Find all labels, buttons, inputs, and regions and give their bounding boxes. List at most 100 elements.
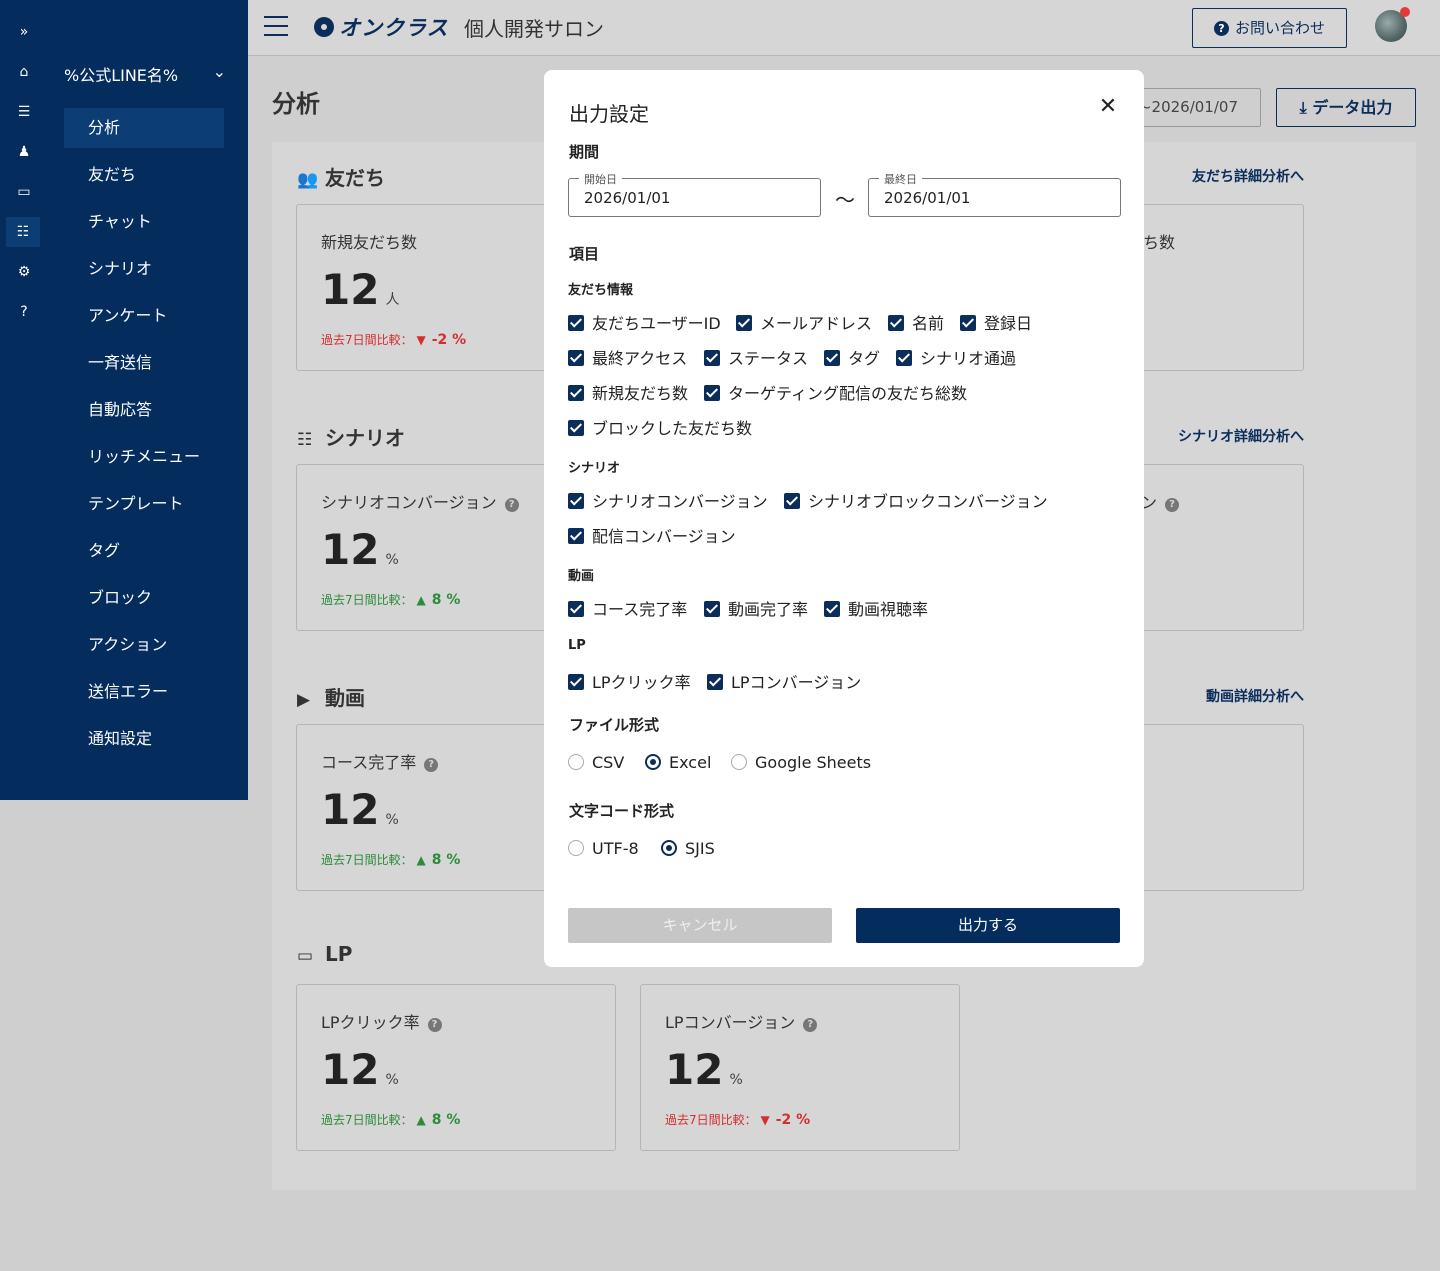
checkbox-last-access[interactable]: 最終アクセス (568, 345, 687, 369)
checkbox-lp-conversion[interactable]: LPコンバージョン (707, 669, 861, 693)
end-date-field[interactable]: 最終日 2026/01/01 (868, 171, 1121, 217)
window-icon[interactable]: ▭ (14, 182, 34, 202)
sidebar-item-send-error[interactable]: 送信エラー (64, 672, 224, 712)
radio-excel[interactable]: Excel (645, 753, 711, 772)
radio-google-sheets[interactable]: Google Sheets (731, 753, 871, 772)
data-export-button[interactable]: ⤓ データ出力 (1276, 88, 1416, 127)
video-detail-link[interactable]: 動画詳細分析へ (1140, 686, 1304, 706)
contact-label: お問い合わせ (1234, 19, 1325, 37)
friends-detail-link[interactable]: 友だち詳細分析へ (1140, 166, 1304, 186)
checkbox-name[interactable]: 名前 (888, 310, 944, 334)
sidebar-item-tag[interactable]: タグ (64, 531, 224, 571)
help-icon[interactable]: ? (14, 302, 34, 322)
sidebar-item-chat[interactable]: チャット (64, 202, 224, 242)
help-icon: ? (504, 498, 519, 512)
sidebar-item-block[interactable]: ブロック (64, 578, 224, 618)
page-title: 分析 (272, 90, 320, 118)
checkbox-course-completion[interactable]: コース完了率 (568, 596, 687, 620)
sidebar-item-friends[interactable]: 友だち (64, 155, 224, 195)
cancel-button[interactable]: キャンセル (568, 908, 832, 943)
card-compare: 過去7日間比較： ▲ 8 % (321, 592, 461, 608)
export-label: データ出力 (1312, 98, 1393, 117)
radio-utf8[interactable]: UTF-8 (568, 839, 639, 858)
checkbox-targeting-total[interactable]: ターゲティング配信の友だち総数 (704, 380, 967, 404)
home-icon[interactable]: ⌂ (14, 62, 34, 82)
checkbox-blocked-friends[interactable]: ブロックした友だち数 (568, 415, 752, 439)
section-title-scenario: ☷ シナリオ (297, 426, 405, 450)
encoding-heading: 文字コード形式 (569, 802, 675, 820)
help-icon: ? (1165, 498, 1180, 512)
close-icon[interactable]: ✕ (1098, 96, 1118, 118)
section-title-video: ▶ 動画 (297, 686, 365, 710)
checkbox-video-view-rate[interactable]: 動画視聴率 (824, 596, 928, 620)
checkbox-new-friends[interactable]: 新規友だち数 (568, 380, 688, 404)
help-icon: ? (424, 758, 439, 772)
sidebar-item-survey[interactable]: アンケート (64, 296, 224, 336)
users-icon: 👥 (297, 170, 319, 190)
user-settings-icon[interactable]: ♟ (14, 142, 34, 162)
scenario-heading: シナリオ (568, 461, 621, 476)
question-circle-icon: ? (1213, 21, 1229, 36)
card-compare: 過去7日間比較： ▲ 8 % (321, 1112, 461, 1128)
card-value: 12% (321, 785, 399, 834)
site-title: 個人開発サロン (464, 17, 604, 41)
account-selector[interactable]: %公式LINE名% ⌄ (64, 62, 234, 86)
card-label: ち数 (1142, 233, 1175, 252)
help-icon: ? (427, 1018, 442, 1032)
list-icon[interactable]: ☰ (14, 102, 34, 122)
radio-sjis[interactable]: SJIS (661, 839, 715, 858)
checkbox-lp-click[interactable]: LPクリック率 (568, 669, 691, 693)
checkbox-registered-date[interactable]: 登録日 (960, 310, 1032, 334)
checkbox-status[interactable]: ステータス (704, 345, 808, 369)
checkbox-scenario-block-conversion[interactable]: シナリオブロックコンバージョン (784, 488, 1048, 512)
logo-mark-icon (314, 17, 334, 37)
file-format-heading: ファイル形式 (569, 716, 660, 734)
checkbox-scenario-conversion[interactable]: シナリオコンバージョン (568, 488, 768, 512)
export-submit-button[interactable]: 出力する (856, 908, 1120, 943)
contact-button[interactable]: ? お問い合わせ (1192, 8, 1347, 48)
card-label: シナリオコンバージョン? (321, 489, 519, 513)
card-label: 新規友だち数 (321, 233, 418, 252)
start-date-label: 開始日 (579, 171, 622, 187)
start-date-value: 2026/01/01 (584, 189, 671, 207)
hamburger-menu-icon[interactable] (264, 16, 288, 38)
radio-csv[interactable]: CSV (568, 753, 624, 772)
sidebar-item-template[interactable]: テンプレート (64, 484, 224, 524)
friend-info-heading: 友だち情報 (568, 283, 634, 298)
sidebar-item-action[interactable]: アクション (64, 625, 224, 665)
checkbox-email[interactable]: メールアドレス (736, 310, 872, 334)
checkbox-video-completion[interactable]: 動画完了率 (704, 596, 808, 620)
checkbox-delivery-conversion[interactable]: 配信コンバージョン (568, 523, 736, 547)
download-icon: ⤓ (1299, 98, 1307, 117)
help-icon: ? (803, 1018, 818, 1032)
gear-icon[interactable]: ⚙ (14, 262, 34, 282)
video-heading: 動画 (568, 569, 595, 584)
sidebar-item-broadcast[interactable]: 一斉送信 (64, 343, 224, 383)
sidebar-item-analysis[interactable]: 分析 (64, 108, 224, 148)
sidebar-item-notification[interactable]: 通知設定 (64, 719, 224, 759)
card-label: コース完了率? (321, 749, 439, 773)
card-compare: 過去7日間比較： ▼ -2 % (321, 332, 467, 348)
start-date-field[interactable]: 開始日 2026/01/01 (568, 171, 821, 217)
brand-logo[interactable]: オンクラス (314, 12, 449, 42)
triangle-up-icon: ▲ (416, 1113, 426, 1127)
export-settings-modal: 出力設定 ✕ 期間 開始日 2026/01/01 〜 最終日 2026/01/0… (544, 70, 1144, 967)
scenario-detail-link[interactable]: シナリオ詳細分析へ (1140, 426, 1304, 446)
checkbox-scenario-pass[interactable]: シナリオ通過 (896, 345, 1016, 369)
sidebar-item-rich-menu[interactable]: リッチメニュー (64, 437, 224, 477)
end-date-label: 最終日 (879, 171, 922, 187)
layers-icon[interactable]: ☷ (6, 217, 40, 247)
sidebar-item-scenario[interactable]: シナリオ (64, 249, 224, 289)
avatar[interactable] (1375, 7, 1410, 42)
card-label: LPクリック率? (321, 1009, 442, 1033)
card-compare: 過去7日間比較： ▲ 8 % (321, 852, 461, 868)
checkbox-friend-user-id[interactable]: 友だちユーザーID (568, 310, 721, 334)
checkbox-tag[interactable]: タグ (824, 345, 880, 369)
double-chevron-right-icon[interactable]: » (14, 22, 34, 42)
triangle-up-icon: ▲ (416, 853, 426, 867)
triangle-down-icon: ▼ (416, 333, 426, 347)
card-value: 12% (321, 1045, 399, 1094)
account-name: %公式LINE名% (64, 66, 179, 85)
card-value: 12 人 (321, 265, 400, 314)
sidebar-item-auto-reply[interactable]: 自動応答 (64, 390, 224, 430)
